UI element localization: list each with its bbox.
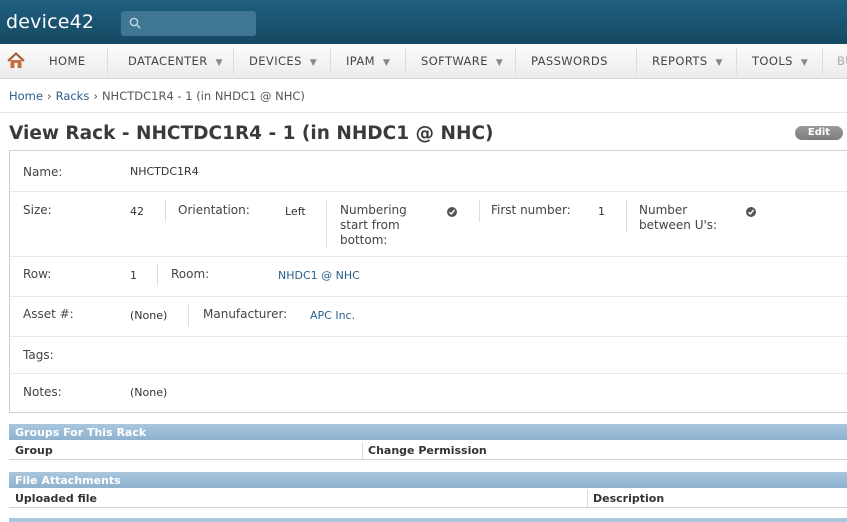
home-icon[interactable] <box>7 52 25 69</box>
manufacturer-link[interactable]: APC Inc. <box>310 309 355 322</box>
between-label-line2: between U's: <box>639 218 718 232</box>
app-logo[interactable]: device42 <box>6 11 94 33</box>
detail-row-tags: Tags: <box>10 337 847 374</box>
divider <box>0 112 847 113</box>
detail-row-size: Size: 42 Orientation: Left Numbering sta… <box>10 192 847 257</box>
notes-value: (None) <box>130 386 168 399</box>
nav-software[interactable]: SOFTWARE ▼ <box>421 44 503 78</box>
nav-label: HOME <box>49 54 86 68</box>
divider <box>587 490 588 507</box>
group-column-header[interactable]: Group <box>15 444 53 457</box>
between-label-line1: Number <box>639 203 688 217</box>
nav-divider <box>736 48 737 74</box>
nav-divider <box>233 48 234 74</box>
numbering-label-line1: Numbering <box>340 203 407 217</box>
checkmark-icon <box>447 207 457 217</box>
first-number-label: First number: <box>491 203 571 217</box>
nav-ipam[interactable]: IPAM ▼ <box>346 44 390 78</box>
nav-divider <box>515 48 516 74</box>
chevron-down-icon: ▼ <box>495 58 504 68</box>
row-label: Row: <box>23 267 52 281</box>
nav-tools[interactable]: TOOLS ▼ <box>752 44 808 78</box>
nav-devices[interactable]: DEVICES ▼ <box>249 44 317 78</box>
nav-bu[interactable]: BU <box>837 44 847 78</box>
chevron-down-icon: ▼ <box>382 58 391 68</box>
nav-label: SOFTWARE <box>421 54 488 68</box>
main-nav: HOME DATACENTER ▼ DEVICES ▼ IPAM ▼ SOFTWARE… <box>0 44 847 79</box>
nav-passwords[interactable]: PASSWORDS <box>531 44 608 78</box>
checkmark-icon <box>746 207 756 217</box>
search-input[interactable] <box>121 11 256 36</box>
detail-row-row: Row: 1 Room: NHDC1 @ NHC <box>10 257 847 297</box>
row-value: 1 <box>130 269 137 282</box>
nav-label: BU <box>837 54 847 68</box>
nav-divider <box>636 48 637 74</box>
divider <box>326 200 327 248</box>
page-title: View Rack - NHCTDC1R4 - 1 (in NHDC1 @ NH… <box>9 123 494 144</box>
nav-divider <box>822 48 823 74</box>
divider <box>157 264 158 286</box>
size-value: 42 <box>130 205 144 218</box>
divider <box>626 200 627 232</box>
divider <box>165 200 166 222</box>
asset-label: Asset #: <box>23 307 74 321</box>
breadcrumb-current: NHCTDC1R4 - 1 (in NHDC1 @ NHC) <box>101 89 305 103</box>
chevron-down-icon: ▼ <box>800 58 809 68</box>
numbering-label-line2: start from <box>340 218 400 232</box>
files-section-header: File Attachments <box>9 472 847 488</box>
description-column-header[interactable]: Description <box>593 492 664 505</box>
name-value: NHCTDC1R4 <box>130 165 199 178</box>
breadcrumb: Home › Racks › NHCTDC1R4 - 1 (in NHDC1 @ NHC… <box>9 89 305 103</box>
size-label: Size: <box>23 203 52 217</box>
room-link[interactable]: NHDC1 @ NHC <box>278 269 360 282</box>
uploaded-file-column-header[interactable]: Uploaded file <box>15 492 97 505</box>
edit-button[interactable]: Edit <box>795 126 843 140</box>
nav-reports[interactable]: REPORTS ▼ <box>652 44 723 78</box>
manufacturer-label: Manufacturer: <box>203 307 288 321</box>
nav-datacenter[interactable]: DATACENTER ▼ <box>128 44 223 78</box>
divider <box>479 200 480 222</box>
files-table-header: Uploaded file Description <box>9 490 847 508</box>
divider <box>188 304 189 326</box>
next-section-header <box>9 518 847 522</box>
orientation-value: Left <box>285 205 306 218</box>
groups-section-header: Groups For This Rack <box>9 424 847 440</box>
permission-column-header[interactable]: Change Permission <box>368 444 487 457</box>
nav-home[interactable]: HOME <box>49 44 86 78</box>
nav-label: TOOLS <box>752 54 793 68</box>
first-number-value: 1 <box>598 205 605 218</box>
nav-divider <box>405 48 406 74</box>
nav-label: REPORTS <box>652 54 708 68</box>
breadcrumb-separator: › <box>93 89 98 103</box>
nav-label: DEVICES <box>249 54 302 68</box>
nav-label: PASSWORDS <box>531 54 608 68</box>
nav-label: IPAM <box>346 54 375 68</box>
breadcrumb-home[interactable]: Home <box>9 89 43 103</box>
room-label: Room: <box>171 267 210 281</box>
notes-label: Notes: <box>23 385 62 399</box>
breadcrumb-separator: › <box>46 89 52 103</box>
top-header: device42 <box>0 0 847 44</box>
groups-table-header: Group Change Permission <box>9 442 847 460</box>
chevron-down-icon: ▼ <box>309 58 318 68</box>
rack-details-panel: Name: NHCTDC1R4 Size: 42 Orientation: Le… <box>9 150 847 413</box>
nav-divider <box>330 48 331 74</box>
detail-row-asset: Asset #: (None) Manufacturer: APC Inc. <box>10 297 847 337</box>
detail-row-name: Name: NHCTDC1R4 <box>10 151 847 192</box>
numbering-label-line3: bottom: <box>340 233 388 247</box>
breadcrumb-racks[interactable]: Racks <box>56 89 90 103</box>
name-label: Name: <box>23 165 63 179</box>
divider <box>362 442 363 459</box>
tags-label: Tags: <box>23 348 54 362</box>
orientation-label: Orientation: <box>178 203 250 217</box>
nav-label: DATACENTER <box>128 54 208 68</box>
search-icon <box>129 17 141 29</box>
chevron-down-icon: ▼ <box>215 58 223 68</box>
detail-row-notes: Notes: (None) <box>10 374 847 411</box>
nav-divider <box>107 48 108 74</box>
asset-value: (None) <box>130 309 168 322</box>
chevron-down-icon: ▼ <box>715 58 723 68</box>
